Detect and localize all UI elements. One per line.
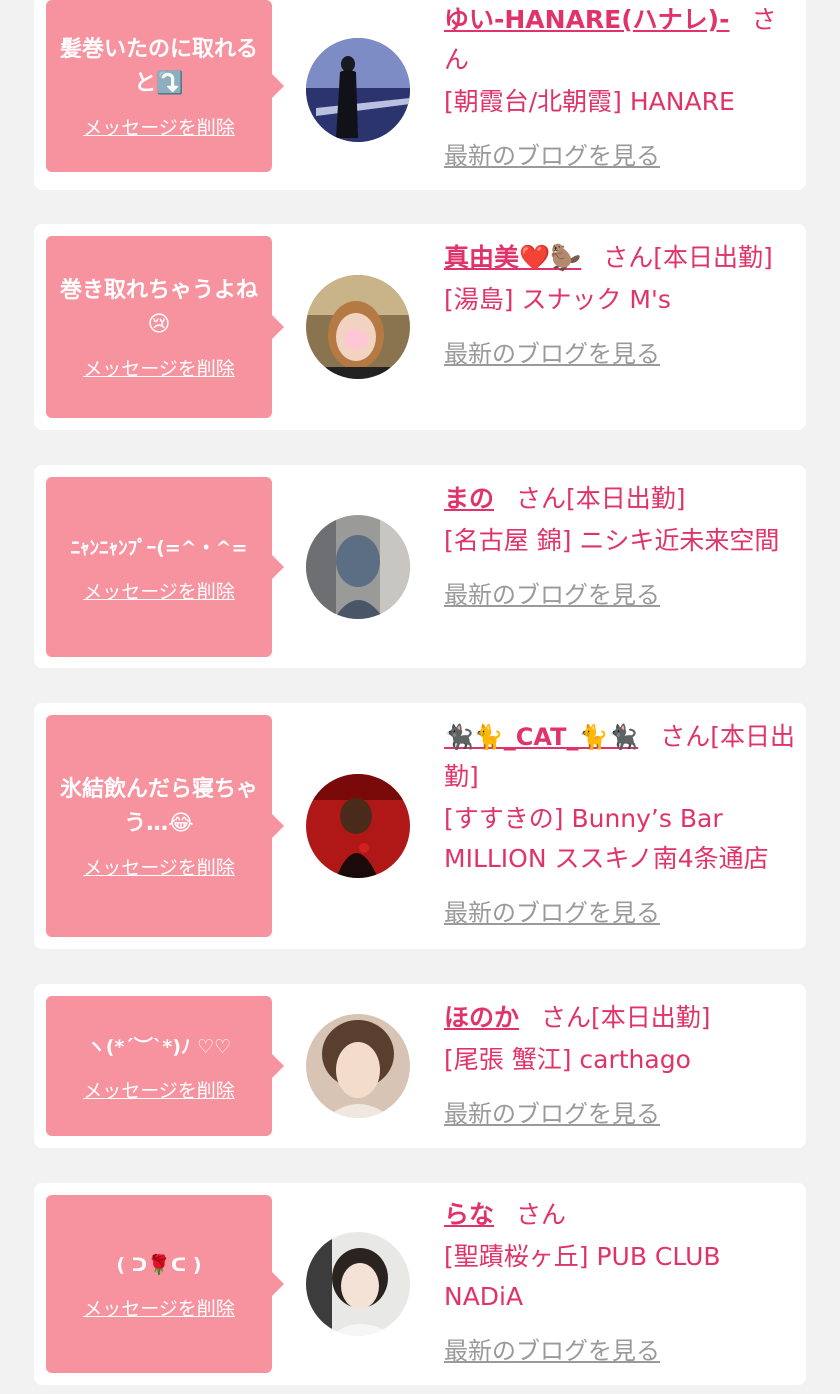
- message-bubble: 氷結飲んだら寝ちゃう…😂 メッセージを削除: [46, 715, 284, 937]
- avatar[interactable]: [306, 1232, 410, 1336]
- avatar[interactable]: [306, 275, 410, 379]
- shop-text: [朝霞台/北朝霞] HANARE: [444, 87, 735, 116]
- delete-message-link[interactable]: メッセージを削除: [83, 577, 235, 604]
- delete-message-link[interactable]: メッセージを削除: [83, 354, 235, 381]
- message-card: ﾆｬﾝﾆｬﾝﾌﾟｰ(=^・^= メッセージを削除 まの さん[本日出勤] [名古屋…: [34, 465, 806, 668]
- user-name-link[interactable]: 真由美❤️🦫: [444, 243, 581, 272]
- entry-info: まの さん[本日出勤] [名古屋 錦] ニシキ近未来空間 最新のブログを見る: [444, 479, 796, 615]
- message-text: ヽ(*´︶`*)ﾉ ♡♡: [86, 1035, 232, 1058]
- honorific: さん: [516, 1200, 567, 1229]
- avatar[interactable]: [306, 38, 410, 142]
- message-text: 髪巻いたのに取れると⤵️: [59, 36, 258, 96]
- latest-blog-link[interactable]: 最新のブログを見る: [444, 334, 796, 374]
- shop-text: [聖蹟桜ヶ丘] PUB CLUB NADiA: [444, 1242, 721, 1311]
- message-card: 巻き取れちゃうよね😢 メッセージを削除 真由美❤️🦫 さん[本日出勤] [湯島] …: [34, 224, 806, 430]
- shop-text: [湯島] スナック M's: [444, 285, 671, 314]
- latest-blog-link[interactable]: 最新のブログを見る: [444, 575, 796, 615]
- delete-message-link[interactable]: メッセージを削除: [83, 113, 235, 140]
- message-bubble: ヽ(*´︶`*)ﾉ ♡♡ メッセージを削除: [46, 996, 284, 1136]
- shop-text: [名古屋 錦] ニシキ近未来空間: [444, 526, 780, 555]
- avatar[interactable]: [306, 1014, 410, 1118]
- message-card: 髪巻いたのに取れると⤵️ メッセージを削除 ゆい-HANARE(ハナレ)- さん …: [34, 0, 806, 190]
- user-name-link[interactable]: ゆい-HANARE(ハナレ)-: [444, 5, 729, 34]
- shop-text: [尾張 蟹江] carthago: [444, 1045, 691, 1074]
- user-name-link[interactable]: らな: [444, 1200, 494, 1229]
- attendance-status: [本日出勤]: [591, 1003, 711, 1032]
- entry-info: ゆい-HANARE(ハナレ)- さん [朝霞台/北朝霞] HANARE 最新のブロ…: [444, 0, 796, 176]
- shop-text: [すすきの] Bunny’s Bar MILLION ススキノ南4条通店: [444, 804, 769, 873]
- message-bubble: 髪巻いたのに取れると⤵️ メッセージを削除: [46, 0, 284, 172]
- message-bubble: ﾆｬﾝﾆｬﾝﾌﾟｰ(=^・^= メッセージを削除: [46, 477, 284, 657]
- delete-message-link[interactable]: メッセージを削除: [83, 1294, 235, 1321]
- honorific: さん: [516, 484, 567, 513]
- latest-blog-link[interactable]: 最新のブログを見る: [444, 893, 796, 933]
- message-text: 氷結飲んだら寝ちゃう…😂: [59, 776, 258, 836]
- latest-blog-link[interactable]: 最新のブログを見る: [444, 1331, 796, 1371]
- message-bubble: 巻き取れちゃうよね😢 メッセージを削除: [46, 236, 284, 418]
- user-name-link[interactable]: 🐈‍⬛🐈_CAT_🐈🐈‍⬛: [444, 723, 638, 751]
- message-text: ( ᑐ🌹ᑕ ): [116, 1253, 202, 1276]
- user-name-link[interactable]: ほのか: [444, 1003, 519, 1032]
- delete-message-link[interactable]: メッセージを削除: [83, 853, 235, 880]
- delete-message-link[interactable]: メッセージを削除: [83, 1076, 235, 1103]
- message-text: ﾆｬﾝﾆｬﾝﾌﾟｰ(=^・^=: [70, 536, 248, 559]
- honorific: さん: [603, 243, 654, 272]
- entry-info: 🐈‍⬛🐈_CAT_🐈🐈‍⬛ さん[本日出勤] [すすきの] Bunny’s Bar…: [444, 717, 796, 933]
- honorific: さん: [660, 722, 711, 751]
- message-text: 巻き取れちゃうよね😢: [59, 277, 258, 337]
- avatar[interactable]: [306, 515, 410, 619]
- entry-info: らな さん [聖蹟桜ヶ丘] PUB CLUB NADiA 最新のブログを見る: [444, 1195, 796, 1371]
- entry-info: 真由美❤️🦫 さん[本日出勤] [湯島] スナック M's 最新のブログを見る: [444, 238, 796, 374]
- avatar[interactable]: [306, 774, 410, 878]
- message-card: ( ᑐ🌹ᑕ ) メッセージを削除 らな さん [聖蹟桜ヶ丘] PUB CLUB N…: [34, 1183, 806, 1385]
- user-name-link[interactable]: まの: [444, 484, 494, 513]
- attendance-status: [本日出勤]: [566, 484, 686, 513]
- latest-blog-link[interactable]: 最新のブログを見る: [444, 1094, 796, 1134]
- message-bubble: ( ᑐ🌹ᑕ ) メッセージを削除: [46, 1195, 284, 1373]
- message-card: ヽ(*´︶`*)ﾉ ♡♡ メッセージを削除 ほのか さん[本日出勤] [尾張 蟹江…: [34, 984, 806, 1148]
- attendance-status: [本日出勤]: [653, 243, 773, 272]
- honorific: さん: [541, 1003, 592, 1032]
- message-card: 氷結飲んだら寝ちゃう…😂 メッセージを削除 🐈‍⬛🐈_CAT_🐈🐈‍⬛ さん[本日…: [34, 703, 806, 949]
- entry-info: ほのか さん[本日出勤] [尾張 蟹江] carthago 最新のブログを見る: [444, 998, 796, 1134]
- latest-blog-link[interactable]: 最新のブログを見る: [444, 136, 796, 176]
